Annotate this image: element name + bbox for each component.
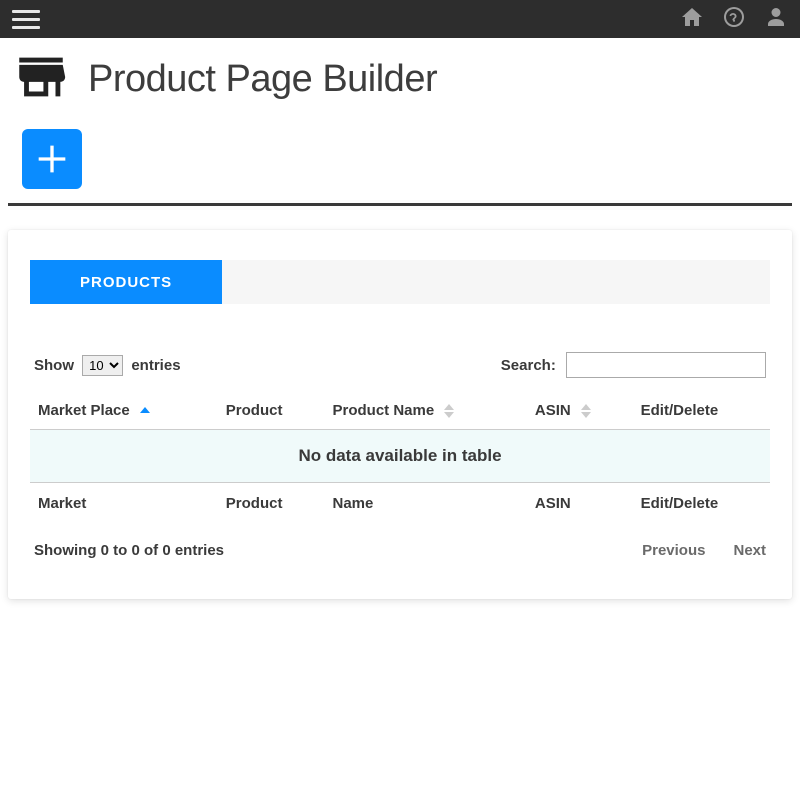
home-icon[interactable]	[680, 5, 704, 34]
length-control: Show 10 entries	[34, 355, 181, 376]
add-row	[0, 129, 800, 203]
sort-icon	[581, 404, 591, 418]
datatable-info: Showing 0 to 0 of 0 entries	[34, 542, 224, 559]
search-input[interactable]	[566, 352, 766, 378]
datatable-bottom: Showing 0 to 0 of 0 entries Previous Nex…	[30, 524, 770, 559]
menu-hamburger-icon[interactable]	[12, 10, 40, 29]
table-empty-row: No data available in table	[30, 430, 770, 483]
help-icon[interactable]	[722, 5, 746, 34]
topbar-icon-group	[680, 5, 788, 34]
col-marketplace[interactable]: Market Place	[30, 392, 218, 430]
col-product-label: Product	[226, 402, 283, 419]
products-table: Market Place Product Product Name ASIN	[30, 392, 770, 524]
col-product-name-label: Product Name	[332, 402, 434, 419]
section-divider	[8, 203, 792, 206]
previous-button[interactable]: Previous	[642, 542, 705, 559]
tab-products[interactable]: PRODUCTS	[30, 260, 222, 304]
foot-name: Name	[324, 483, 526, 525]
sort-icon	[140, 407, 150, 415]
show-label-post: entries	[131, 357, 180, 374]
search-control: Search:	[501, 352, 766, 378]
top-bar	[0, 0, 800, 38]
datatable-paginate: Previous Next	[642, 542, 766, 559]
add-product-button[interactable]	[22, 129, 82, 189]
col-asin[interactable]: ASIN	[527, 392, 633, 430]
table-footer-row: Market Product Name ASIN Edit/Delete	[30, 483, 770, 525]
page-title: Product Page Builder	[88, 58, 437, 101]
foot-edit-delete: Edit/Delete	[633, 483, 770, 525]
table-header-row: Market Place Product Product Name ASIN	[30, 392, 770, 430]
foot-asin: ASIN	[527, 483, 633, 525]
col-asin-label: ASIN	[535, 402, 571, 419]
col-product[interactable]: Product	[218, 392, 325, 430]
col-edit-delete: Edit/Delete	[633, 392, 770, 430]
tab-strip: PRODUCTS	[30, 260, 770, 304]
foot-market: Market	[30, 483, 218, 525]
products-card: PRODUCTS Show 10 entries Search: Market …	[8, 230, 792, 599]
col-marketplace-label: Market Place	[38, 402, 130, 419]
foot-product: Product	[218, 483, 325, 525]
col-product-name[interactable]: Product Name	[324, 392, 526, 430]
next-button[interactable]: Next	[733, 542, 766, 559]
length-select[interactable]: 10	[82, 355, 123, 376]
datatable-controls: Show 10 entries Search:	[30, 352, 770, 392]
show-label-pre: Show	[34, 357, 74, 374]
page-header: Product Page Builder	[0, 38, 800, 129]
sort-icon	[444, 404, 454, 418]
empty-message: No data available in table	[30, 430, 770, 483]
col-edit-delete-label: Edit/Delete	[641, 402, 719, 419]
store-icon	[12, 48, 70, 111]
user-icon[interactable]	[764, 5, 788, 34]
search-label: Search:	[501, 357, 556, 374]
